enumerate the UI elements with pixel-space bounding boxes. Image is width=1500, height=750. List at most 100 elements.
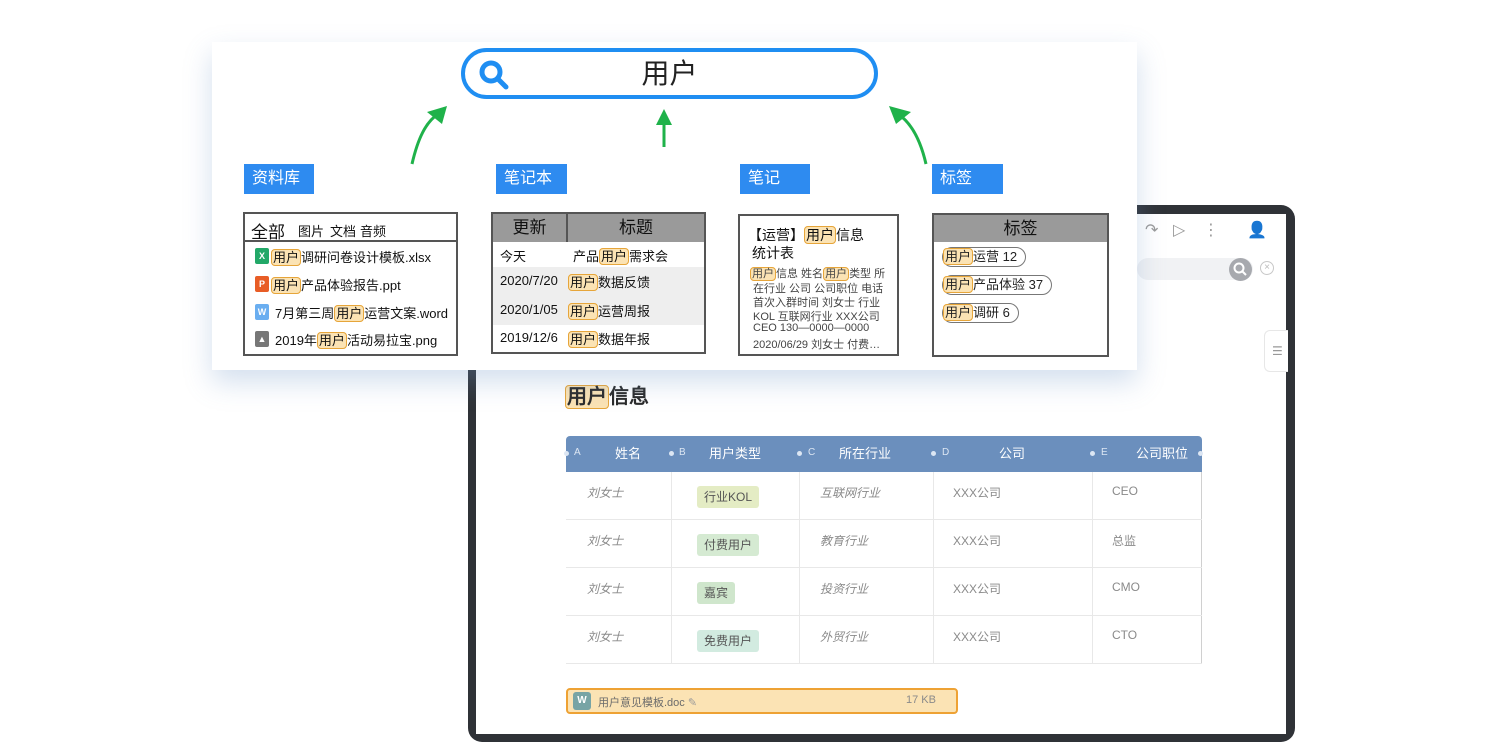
tag-pill[interactable]: 用户 运营 12 [942, 247, 1027, 267]
cell-industry[interactable]: 教育行业 [820, 532, 868, 549]
cell-company[interactable]: XXX公司 [953, 532, 1001, 549]
table-row[interactable]: 2020/7/20 用户 数据反馈 [493, 267, 704, 296]
cell-name[interactable]: 刘女士 [587, 628, 623, 645]
cell-industry[interactable]: 外贸行业 [820, 628, 868, 645]
type-tag[interactable]: 行业KOL [697, 486, 760, 508]
cell-date: 今天 [500, 249, 527, 264]
tag-text: 运营 12 [973, 249, 1018, 264]
col-handle[interactable] [669, 451, 674, 456]
col-header-updated: 更新 [493, 214, 568, 242]
attachment-filename: 用户意见模板.doc [598, 697, 685, 709]
present-icon[interactable]: ▷ [1173, 220, 1185, 240]
info-table: A 姓名 B 用户类型 C 所在行业 D 公司 E 公司职位 刘女士 行业KOL… [564, 436, 1203, 664]
cell-date: 2019/12/6 [500, 330, 558, 345]
notebook-results: 更新 标题 今天 产品 用户 需求会 2020/7/20 用户 数据反馈 2020/1… [491, 212, 706, 354]
tag-results: 标签 用户 运营 12 用户 产品体验 37 用户 调研 6 [932, 213, 1109, 357]
table-row[interactable]: 今天 产品 用户 需求会 [493, 242, 704, 267]
cell-position[interactable]: CEO [1112, 484, 1138, 498]
col-handle[interactable] [1198, 451, 1203, 456]
attachment-name[interactable]: 用户意见模板.doc ✎ [598, 694, 697, 710]
redo-icon[interactable]: ↷ [1145, 220, 1158, 240]
label-note: 笔记 [740, 164, 810, 194]
highlight: 用户 [334, 305, 365, 322]
col-header-name[interactable]: 姓名 [586, 436, 670, 472]
cell-company[interactable]: XXX公司 [953, 484, 1001, 501]
col-header-type[interactable]: 用户类型 [690, 436, 780, 472]
tag-text: 产品体验 37 [973, 277, 1044, 292]
highlight: 用户 [568, 303, 599, 320]
cell-title: 数据反馈 [598, 275, 651, 290]
add-member-icon[interactable]: 👤 [1247, 220, 1267, 240]
table-row[interactable]: 刘女士 免费用户 外贸行业 XXX公司 CTO [566, 616, 1202, 664]
table-row[interactable]: 刘女士 付费用户 教育行业 XXX公司 总监 [566, 520, 1202, 568]
highlight: 用户 [568, 274, 599, 291]
tag-pill[interactable]: 用户 调研 6 [942, 303, 1019, 323]
table-row[interactable]: 刘女士 嘉宾 投资行业 XXX公司 CMO [566, 568, 1202, 616]
cell-date: 2020/7/20 [500, 273, 558, 288]
cell-title-prefix: 产品 [573, 249, 600, 264]
tag-pill[interactable]: 用户 产品体验 37 [942, 275, 1053, 295]
table-row[interactable]: 2020/1/05 用户 运营周报 [493, 296, 704, 325]
cell-company[interactable]: XXX公司 [953, 628, 1001, 645]
col-letter: D [942, 447, 950, 458]
label-tag: 标签 [932, 164, 1003, 194]
col-letter: E [1101, 447, 1108, 458]
highlight: 用户 [271, 249, 302, 266]
search-icon[interactable] [1229, 258, 1252, 281]
col-handle[interactable] [564, 451, 569, 456]
tab-audio[interactable]: 音频 [360, 221, 386, 240]
edit-icon[interactable]: ✎ [688, 697, 697, 709]
cell-company[interactable]: XXX公司 [953, 580, 1001, 597]
col-header-company[interactable]: 公司 [966, 436, 1058, 472]
col-handle[interactable] [931, 451, 936, 456]
highlight: 用户 [804, 226, 836, 244]
cell-position[interactable]: CMO [1112, 580, 1140, 594]
highlight: 用户 [316, 332, 347, 349]
arrow-up-icon [656, 109, 672, 125]
cell-position[interactable]: 总监 [1112, 532, 1136, 549]
cell-title: 运营周报 [598, 304, 651, 319]
highlight: 用户 [599, 248, 630, 265]
library-tabs: 全部 图片 文档 音频 [245, 214, 456, 242]
note-body-line: 2020/06/29 刘女士 付费… [753, 339, 881, 351]
label-notebook: 笔记本 [496, 164, 567, 194]
list-item[interactable]: W 7月第三周 用户 运营文案.word [245, 302, 456, 326]
col-handle[interactable] [1090, 451, 1095, 456]
side-panel-toggle[interactable]: ☰ [1264, 330, 1288, 372]
more-icon[interactable]: ⋮ [1203, 220, 1219, 240]
list-item[interactable]: P 用户 产品体验报告.ppt [245, 274, 456, 298]
file-name-prefix: 7月第三周 [275, 306, 335, 321]
table-row[interactable]: 刘女士 行业KOL 互联网行业 XXX公司 CEO [566, 472, 1202, 520]
file-name: 运营文案.word [364, 306, 449, 321]
cell-name[interactable]: 刘女士 [587, 580, 623, 597]
highlight: 用户 [823, 267, 850, 281]
col-header-position[interactable]: 公司职位 [1122, 436, 1202, 472]
type-tag[interactable]: 嘉宾 [697, 582, 736, 604]
tab-images[interactable]: 图片 [298, 221, 324, 240]
attachment-card[interactable]: W 用户意见模板.doc ✎ 17 KB [566, 688, 958, 714]
note-title-prefix: 【运营】 [748, 227, 804, 243]
list-item[interactable]: ▲ 2019年 用户 活动易拉宝.png [245, 329, 456, 353]
clear-icon[interactable]: × [1260, 261, 1274, 275]
outline-icon: ☰ [1272, 344, 1283, 358]
type-tag[interactable]: 付费用户 [697, 534, 760, 556]
note-body-text: 类型 所 [849, 268, 886, 280]
list-item[interactable]: X 用户 调研问卷设计模板.xlsx [245, 246, 456, 270]
cell-industry[interactable]: 投资行业 [820, 580, 868, 597]
highlight: 用户 [943, 276, 974, 293]
main-search-box[interactable]: 用户 [461, 48, 878, 99]
file-name: 产品体验报告.ppt [301, 278, 401, 293]
col-header-industry[interactable]: 所在行业 [820, 436, 910, 472]
tab-docs[interactable]: 文档 [330, 221, 356, 240]
col-handle[interactable] [797, 451, 802, 456]
cell-industry[interactable]: 互联网行业 [820, 484, 880, 501]
note-result[interactable]: 【运营】 用户 信息 统计表 用户 信息 姓名 用户 类型 所 在行业 公司 公司职位 电… [738, 214, 899, 356]
cell-name[interactable]: 刘女士 [587, 532, 623, 549]
tab-all[interactable]: 全部 [251, 218, 285, 243]
search-query[interactable]: 用户 [465, 52, 874, 95]
cell-name[interactable]: 刘女士 [587, 484, 623, 501]
note-title: 【运营】 用户 信息 [748, 225, 864, 245]
table-row[interactable]: 2019/12/6 用户 数据年报 [493, 325, 704, 352]
type-tag[interactable]: 免费用户 [697, 630, 760, 652]
cell-position[interactable]: CTO [1112, 628, 1137, 642]
